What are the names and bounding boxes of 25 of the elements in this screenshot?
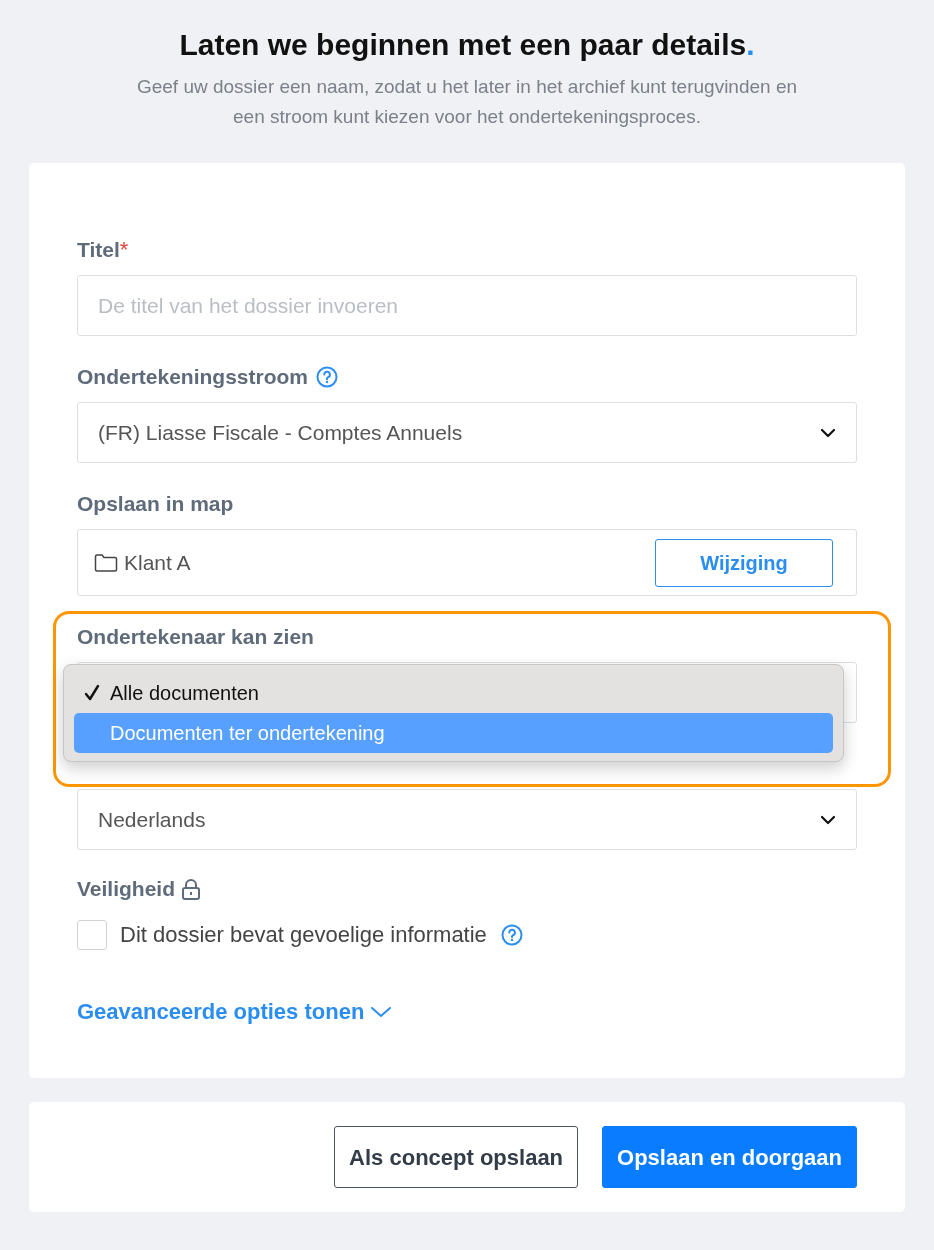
field-label: Ondertekeningsstroom <box>77 364 309 390</box>
required-asterisk: * <box>119 237 129 263</box>
field-label: Veiligheid <box>77 876 176 902</box>
menu-option[interactable]: Alle documenten <box>74 673 833 713</box>
chevron-down-icon <box>370 1005 393 1018</box>
sensitive-checkbox[interactable] <box>77 919 107 950</box>
field-label: Titel <box>77 237 120 263</box>
help-icon[interactable] <box>500 923 523 946</box>
help-icon[interactable] <box>316 366 339 388</box>
lock-icon <box>181 878 202 900</box>
page-subtitle: Geef uw dossier een naam, zodat u het later in het archief kunt terugvinden en een stroom kunt kiezen voor het ondertekeningsproces. <box>135 75 799 129</box>
chevron-down-icon <box>820 427 836 438</box>
chevron-down-icon <box>820 814 836 825</box>
title-input[interactable]: De titel van het dossier invoeren <box>77 275 857 336</box>
folder-icon <box>94 552 118 573</box>
select-field[interactable]: (FR) Liasse Fiscale - Comptes Annuels <box>77 402 857 463</box>
checkbox-label: Dit dossier bevat gevoelige informatie <box>120 921 487 949</box>
checkmark-icon <box>83 684 101 702</box>
folder-name: Klant A <box>124 549 191 576</box>
save-continue-button[interactable]: Opslaan en doorgaan <box>602 1126 857 1188</box>
save-draft-button[interactable]: Als concept opslaan <box>334 1126 579 1188</box>
field-label: Ondertekenaar kan zien <box>77 624 314 650</box>
page-title: Laten we beginnen met een paar details. <box>179 27 755 63</box>
field-label: Opslaan in map <box>77 491 234 517</box>
select-field[interactable]: Nederlands <box>77 789 857 850</box>
